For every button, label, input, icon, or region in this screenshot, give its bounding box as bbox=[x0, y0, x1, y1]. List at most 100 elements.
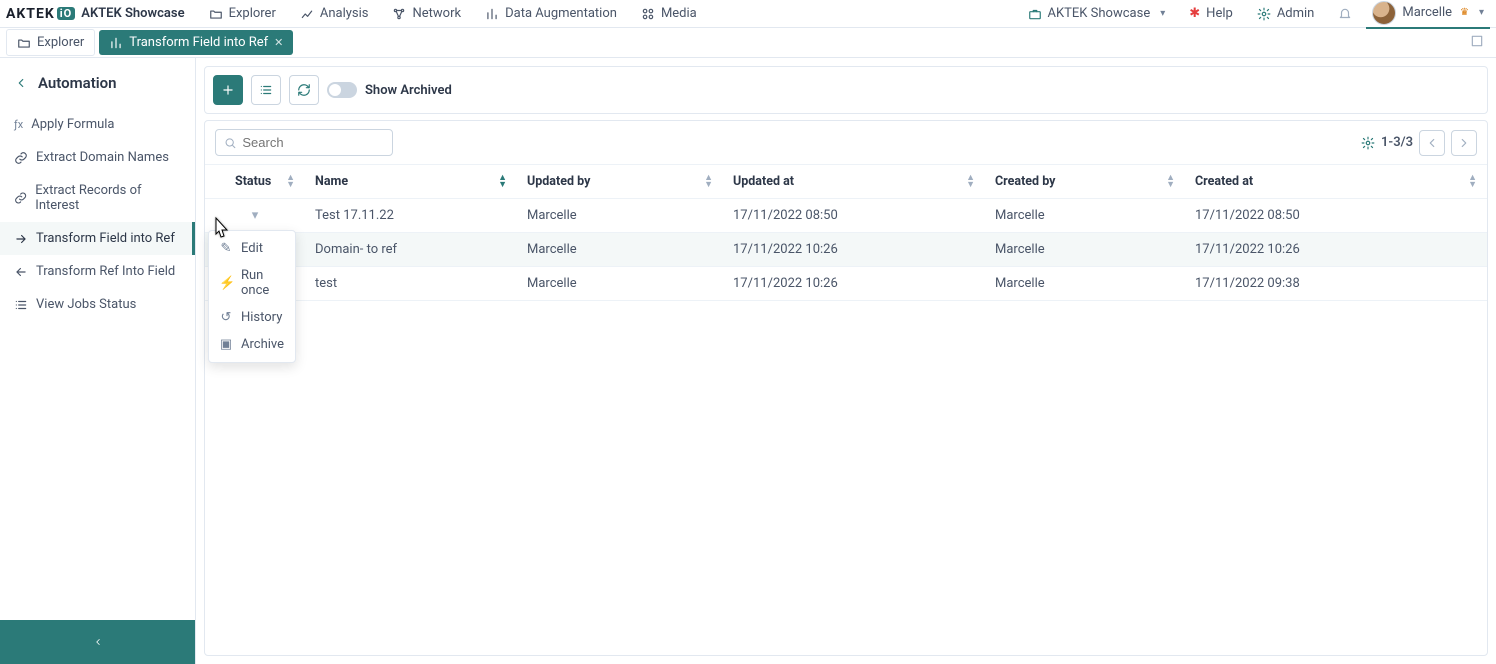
sidebar-item-view-jobs-status[interactable]: View Jobs Status bbox=[0, 288, 195, 321]
notifications-button[interactable] bbox=[1328, 3, 1362, 25]
sort-icon: ▲▼ bbox=[966, 175, 975, 189]
table-panel: 1-3/3 Status▲▼ Name bbox=[204, 120, 1488, 656]
folder-icon bbox=[17, 36, 31, 50]
sidebar-item-transform-ref-into-field[interactable]: Transform Ref Into Field bbox=[0, 255, 195, 288]
pager-next-button[interactable] bbox=[1451, 130, 1477, 156]
nav-data-augmentation[interactable]: Data Augmentation bbox=[475, 2, 627, 25]
sort-icon: ▲▼ bbox=[498, 175, 507, 189]
maximize-button[interactable] bbox=[1470, 34, 1490, 52]
refresh-button[interactable] bbox=[289, 75, 319, 105]
bell-icon bbox=[1338, 7, 1352, 21]
help-label: Help bbox=[1206, 6, 1233, 21]
nav-label: Network bbox=[412, 6, 461, 21]
workspace-name: AKTEK Showcase bbox=[81, 6, 184, 21]
gear-icon[interactable] bbox=[1361, 136, 1375, 150]
logo-io-badge: iO bbox=[57, 7, 76, 20]
list-view-button[interactable] bbox=[251, 75, 281, 105]
folder-icon bbox=[209, 7, 223, 21]
nav-label: Media bbox=[661, 6, 697, 21]
network-icon bbox=[392, 7, 406, 21]
tabs-row: Explorer Transform Field into Ref ✕ bbox=[0, 28, 1496, 58]
menu-item-edit[interactable]: ✎ Edit bbox=[209, 235, 295, 262]
admin-link[interactable]: Admin bbox=[1247, 2, 1325, 25]
menu-item-history[interactable]: ↺ History bbox=[209, 304, 295, 331]
nav-label: Analysis bbox=[320, 6, 369, 21]
sidebar-item-extract-records-of-interest[interactable]: Extract Records of Interest bbox=[0, 174, 195, 222]
table-row[interactable]: Domain- to ref Marcelle 17/11/2022 10:26… bbox=[205, 233, 1487, 267]
tab-label: Explorer bbox=[37, 35, 84, 50]
nav-media[interactable]: Media bbox=[631, 2, 707, 25]
arrow-right-icon bbox=[1457, 136, 1471, 150]
logo-mark: AKTEKiO bbox=[6, 6, 75, 22]
cell-name: Test 17.11.22 bbox=[305, 199, 517, 233]
tab-transform-field-into-ref[interactable]: Transform Field into Ref ✕ bbox=[99, 30, 293, 55]
close-icon[interactable]: ✕ bbox=[274, 36, 283, 49]
gear-icon bbox=[1257, 7, 1271, 21]
refresh-icon bbox=[297, 83, 311, 97]
sidebar-title: Automation bbox=[38, 74, 117, 92]
cell-updated-by: Marcelle bbox=[517, 233, 723, 267]
col-status[interactable]: Status▲▼ bbox=[205, 165, 305, 199]
sidebar-item-label: View Jobs Status bbox=[36, 297, 136, 312]
main: Show Archived 1-3/3 bbox=[196, 58, 1496, 664]
row-menu-trigger[interactable]: ▾ bbox=[205, 199, 305, 233]
toolbar: Show Archived bbox=[204, 66, 1488, 114]
nav-explorer[interactable]: Explorer bbox=[199, 2, 286, 25]
user-menu[interactable]: Marcelle ♛ ▾ bbox=[1366, 0, 1490, 29]
sidebar-item-label: Apply Formula bbox=[31, 117, 114, 132]
sidebar-item-label: Transform Ref Into Field bbox=[36, 264, 175, 279]
list-icon bbox=[14, 298, 28, 312]
menu-item-label: Run once bbox=[241, 268, 285, 298]
col-name[interactable]: Name▲▼ bbox=[305, 165, 517, 199]
chevron-down-icon: ▾ bbox=[1479, 7, 1484, 18]
cell-updated-by: Marcelle bbox=[517, 267, 723, 301]
show-archived-label: Show Archived bbox=[365, 83, 452, 98]
tab-label: Transform Field into Ref bbox=[129, 35, 268, 50]
bolt-icon: ⚡ bbox=[219, 276, 233, 291]
cell-updated-by: Marcelle bbox=[517, 199, 723, 233]
sidebar-collapse-button[interactable] bbox=[0, 620, 195, 664]
bar-chart-icon bbox=[485, 7, 499, 21]
pager-prev-button[interactable] bbox=[1419, 130, 1445, 156]
col-created-at[interactable]: Created at▲▼ bbox=[1185, 165, 1487, 199]
menu-item-label: Edit bbox=[241, 241, 263, 256]
cell-updated-at: 17/11/2022 10:26 bbox=[723, 233, 985, 267]
sidebar-item-apply-formula[interactable]: ƒx Apply Formula bbox=[0, 108, 195, 141]
bar-chart-icon bbox=[109, 36, 123, 50]
add-button[interactable] bbox=[213, 75, 243, 105]
sort-icon: ▲▼ bbox=[286, 175, 295, 189]
workspace-switcher[interactable]: AKTEK Showcase ▾ bbox=[1018, 2, 1176, 25]
menu-item-run-once[interactable]: ⚡ Run once bbox=[209, 262, 295, 304]
data-table: Status▲▼ Name▲▼ Updated by▲▼ Updated at▲… bbox=[205, 164, 1487, 301]
admin-label: Admin bbox=[1277, 6, 1315, 21]
list-icon bbox=[259, 83, 273, 97]
arrow-left-icon bbox=[1425, 136, 1439, 150]
help-link[interactable]: ✱ Help bbox=[1179, 2, 1243, 25]
link-icon bbox=[14, 191, 27, 205]
sidebar-item-transform-field-into-ref[interactable]: Transform Field into Ref bbox=[0, 222, 195, 255]
formula-icon: ƒx bbox=[14, 118, 23, 131]
cell-created-at: 17/11/2022 10:26 bbox=[1185, 233, 1487, 267]
col-updated-by[interactable]: Updated by▲▼ bbox=[517, 165, 723, 199]
chart-line-icon bbox=[300, 7, 314, 21]
nav-network[interactable]: Network bbox=[382, 2, 471, 25]
archive-icon: ▣ bbox=[219, 337, 233, 352]
col-updated-at[interactable]: Updated at▲▼ bbox=[723, 165, 985, 199]
nav-analysis[interactable]: Analysis bbox=[290, 2, 379, 25]
sidebar-item-extract-domain-names[interactable]: Extract Domain Names bbox=[0, 141, 195, 174]
sidebar: Automation ƒx Apply Formula Extract Doma… bbox=[0, 58, 196, 664]
col-created-by[interactable]: Created by▲▼ bbox=[985, 165, 1185, 199]
sort-icon: ▲▼ bbox=[1468, 175, 1477, 189]
cell-updated-at: 17/11/2022 08:50 bbox=[723, 199, 985, 233]
filter-row: 1-3/3 bbox=[205, 121, 1487, 164]
table-row[interactable]: test Marcelle 17/11/2022 10:26 Marcelle … bbox=[205, 267, 1487, 301]
tab-explorer[interactable]: Explorer bbox=[6, 29, 95, 56]
search-input[interactable] bbox=[242, 135, 384, 150]
menu-item-archive[interactable]: ▣ Archive bbox=[209, 331, 295, 358]
show-archived-toggle[interactable] bbox=[327, 82, 357, 98]
table-row[interactable]: ▾ Test 17.11.22 Marcelle 17/11/2022 08:5… bbox=[205, 199, 1487, 233]
menu-item-label: History bbox=[241, 310, 282, 325]
search-input-wrap[interactable] bbox=[215, 129, 393, 156]
arrow-left-icon bbox=[14, 265, 28, 279]
sidebar-header[interactable]: Automation bbox=[0, 58, 195, 102]
